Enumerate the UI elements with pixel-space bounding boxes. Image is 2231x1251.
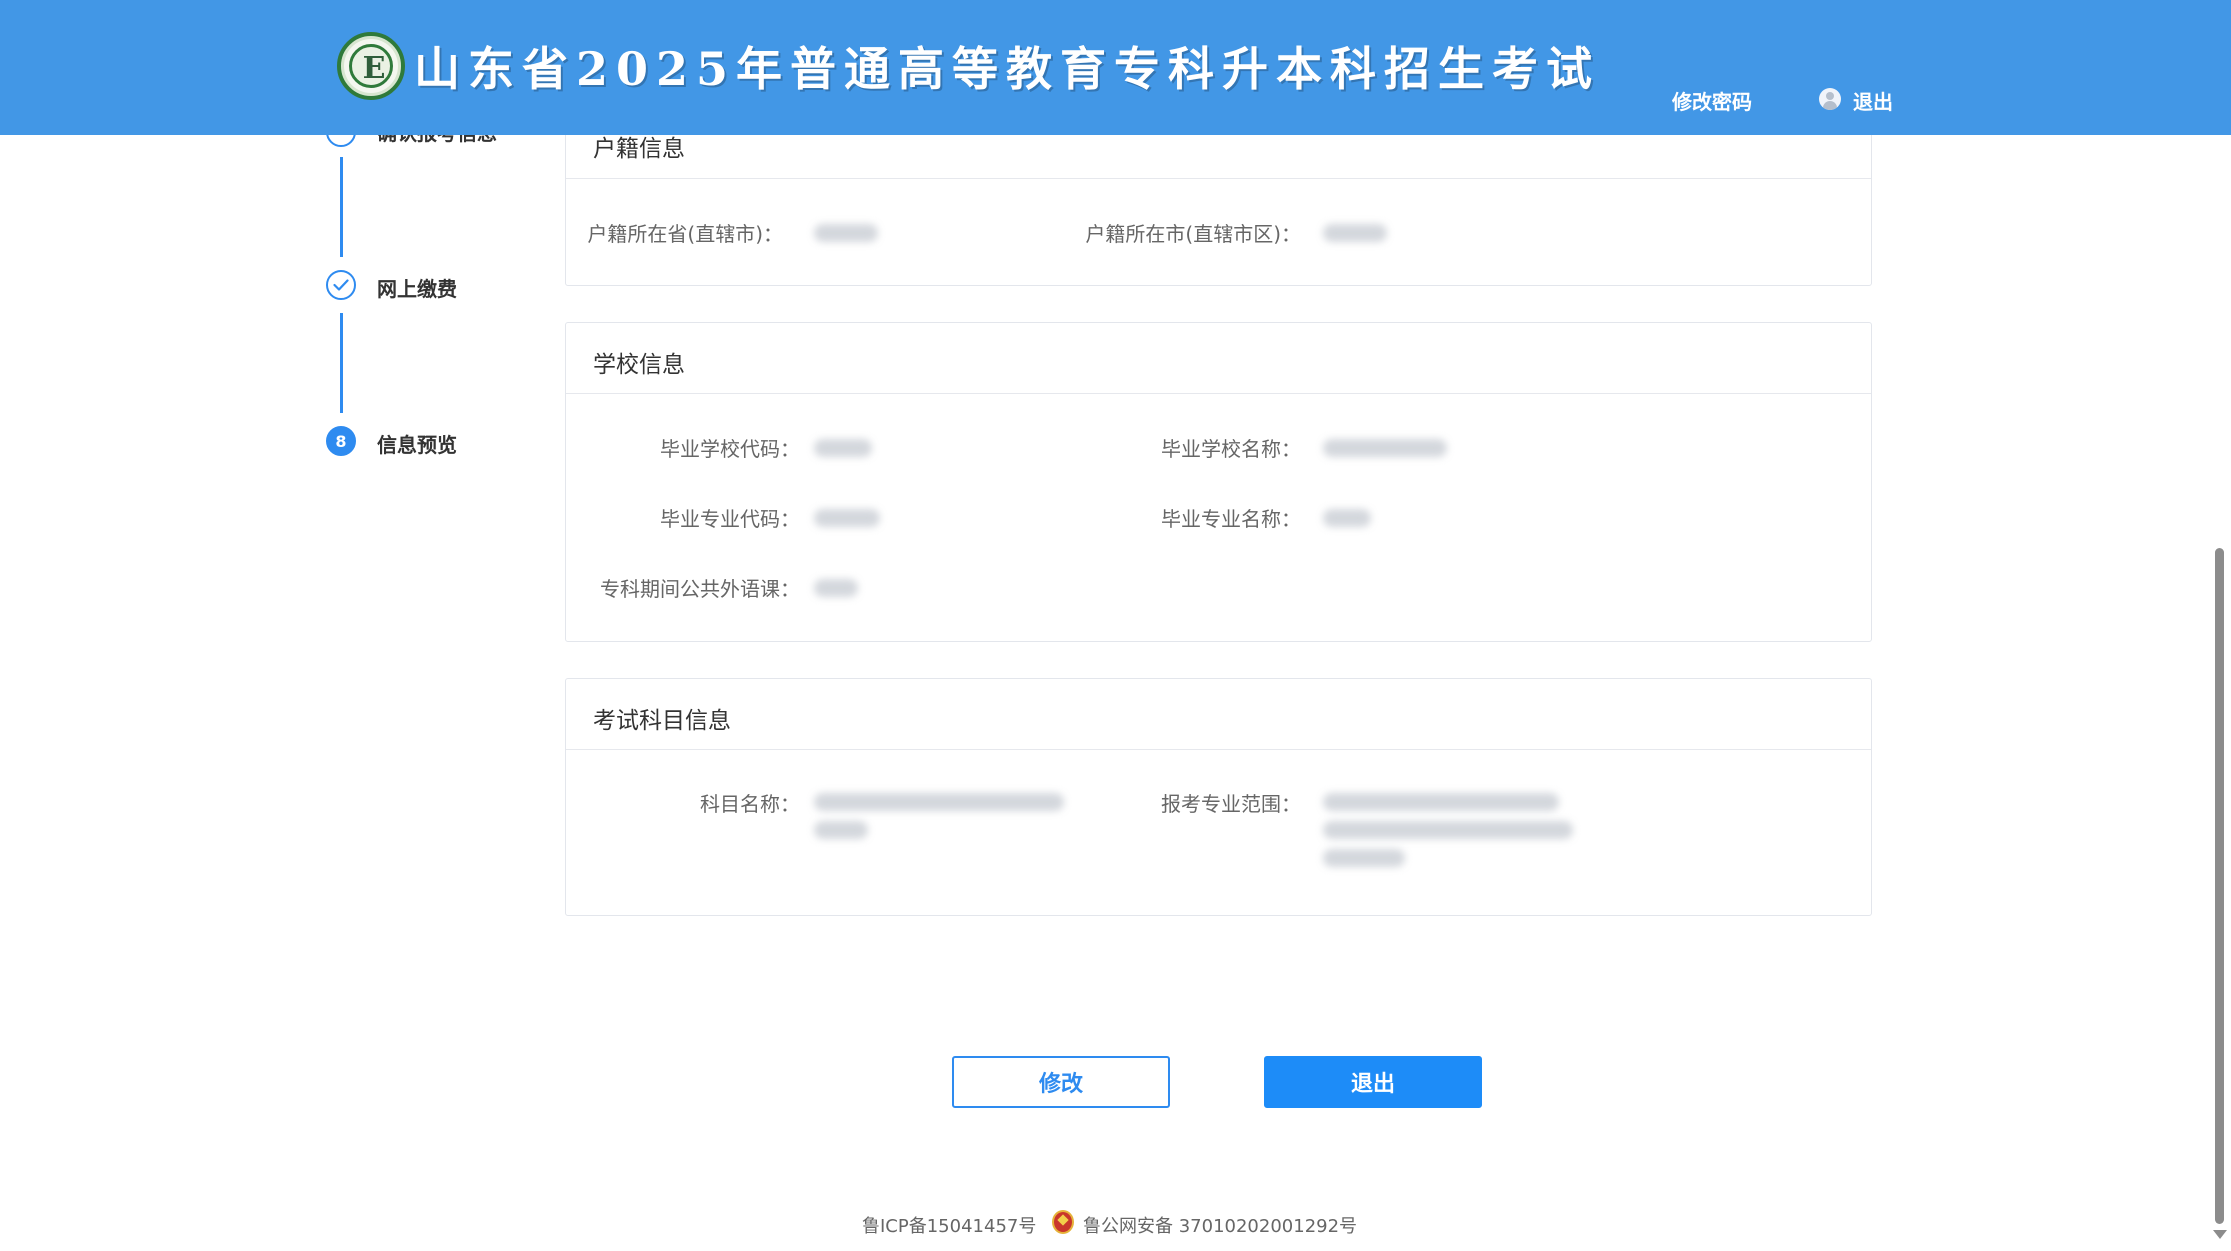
police-badge-icon bbox=[1052, 1210, 1074, 1234]
household-info-card: 户籍信息 户籍所在省(直辖市)： 户籍所在市(直辖市区)： bbox=[565, 112, 1872, 286]
foreign-language-label: 专科期间公共外语课： bbox=[600, 577, 800, 601]
exam-logo-icon: E bbox=[337, 32, 405, 100]
site-title: 山东省2025年普通高等教育专科升本科招生考试 bbox=[414, 42, 1601, 96]
step-3-label: 信息预览 bbox=[377, 433, 457, 457]
scroll-down-arrow-icon[interactable] bbox=[2213, 1230, 2227, 1239]
school-card-title: 学校信息 bbox=[593, 352, 685, 378]
step-2-check-icon bbox=[326, 270, 356, 300]
subject-name-label: 科目名称： bbox=[700, 792, 800, 816]
major-name-label: 毕业专业名称： bbox=[1161, 507, 1301, 531]
top-header: E 山东省2025年普通高等教育专科升本科招生考试 修改密码 退出 bbox=[0, 0, 2231, 135]
step-connector-1 bbox=[340, 157, 343, 257]
school-name-value bbox=[1323, 439, 1447, 457]
header-logout-link[interactable]: 退出 bbox=[1853, 86, 1893, 115]
step-2-label: 网上缴费 bbox=[377, 277, 457, 301]
province-value bbox=[814, 224, 878, 242]
user-avatar-icon bbox=[1819, 88, 1841, 110]
major-scope-value-line3 bbox=[1323, 849, 1405, 867]
major-scope-label: 报考专业范围： bbox=[1161, 792, 1301, 816]
major-name-value bbox=[1323, 509, 1371, 527]
school-code-value bbox=[814, 439, 872, 457]
foreign-language-value bbox=[814, 579, 858, 597]
major-scope-value-line2 bbox=[1323, 821, 1573, 839]
scrollbar-thumb[interactable] bbox=[2215, 548, 2224, 1224]
major-scope-value bbox=[1323, 793, 1559, 811]
subject-name-value-line2 bbox=[814, 821, 868, 839]
page: E 山东省2025年普通高等教育专科升本科招生考试 修改密码 退出 确认报考信息… bbox=[0, 0, 2231, 1251]
major-code-label: 毕业专业代码： bbox=[660, 507, 800, 531]
icp-record[interactable]: 鲁ICP备15041457号 bbox=[862, 1212, 1036, 1238]
subject-name-value bbox=[814, 793, 1064, 811]
exam-subject-card: 考试科目信息 科目名称： 报考专业范围： bbox=[565, 678, 1872, 916]
logo-letter: E bbox=[362, 51, 386, 86]
exam-card-title: 考试科目信息 bbox=[593, 708, 731, 734]
city-label: 户籍所在市(直辖市区)： bbox=[1085, 222, 1301, 246]
police-record[interactable]: 鲁公网安备 37010202001292号 bbox=[1083, 1212, 1357, 1238]
edit-button[interactable]: 修改 bbox=[952, 1056, 1170, 1108]
city-value bbox=[1323, 224, 1387, 242]
school-info-card: 学校信息 毕业学校代码： 毕业学校名称： 毕业专业代码： 毕业专业名称： 专科期… bbox=[565, 322, 1872, 642]
province-label: 户籍所在省(直辖市)： bbox=[587, 222, 783, 246]
school-name-label: 毕业学校名称： bbox=[1161, 437, 1301, 461]
exit-button[interactable]: 退出 bbox=[1264, 1056, 1482, 1108]
school-code-label: 毕业学校代码： bbox=[660, 437, 800, 461]
major-code-value bbox=[814, 509, 880, 527]
step-connector-2 bbox=[340, 313, 343, 413]
change-password-link[interactable]: 修改密码 bbox=[1672, 86, 1752, 115]
step-3-number-badge: 8 bbox=[326, 426, 356, 456]
